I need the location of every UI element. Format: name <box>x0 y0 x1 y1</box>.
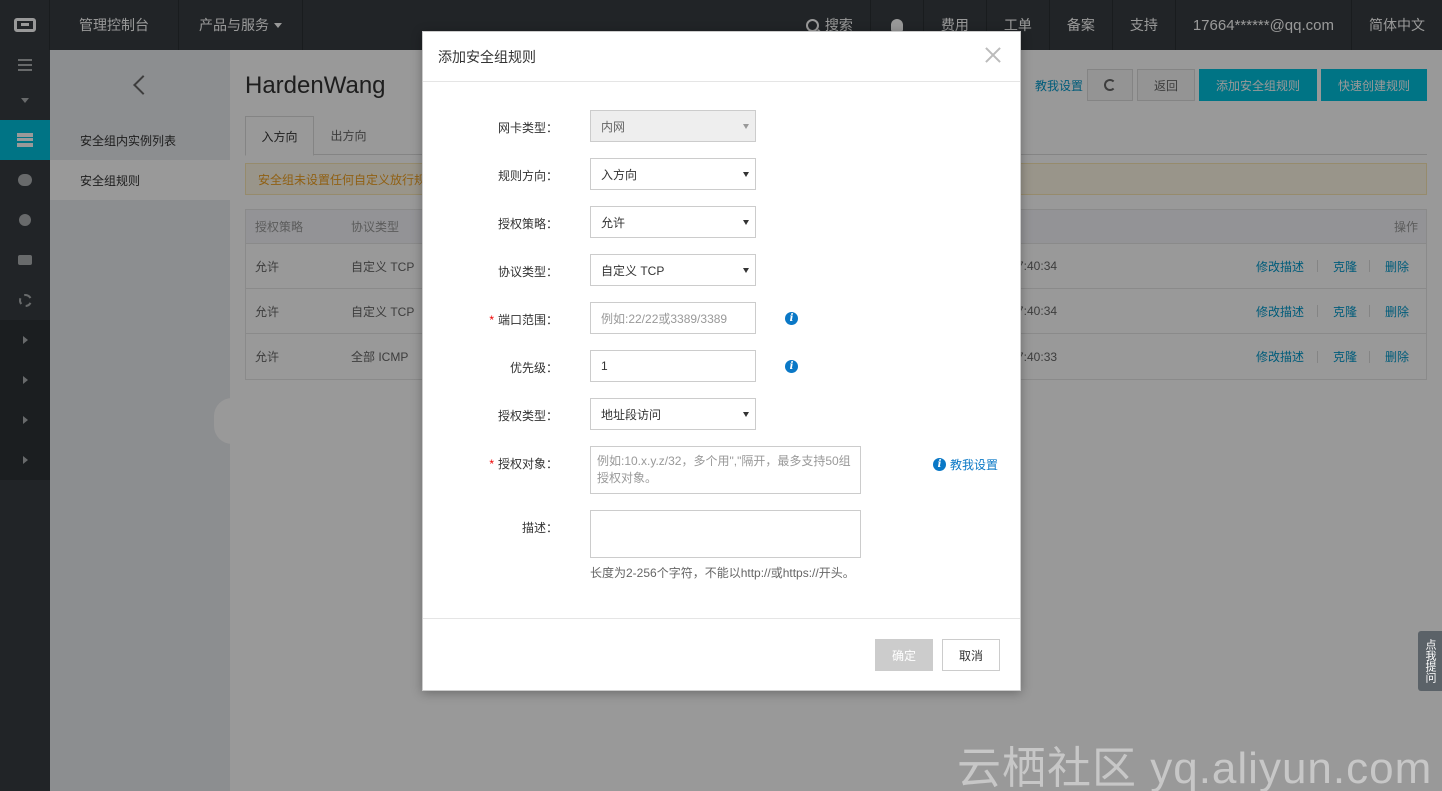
port-range-label: * 端口范围： <box>423 311 558 328</box>
protocol-value: 自定义 TCP <box>601 263 665 278</box>
priority-label: 优先级： <box>509 361 558 375</box>
direction-value: 入方向 <box>601 167 638 182</box>
chevron-down-icon <box>743 124 749 129</box>
nic-type-label: 网卡类型： <box>497 121 558 135</box>
info-icon: i <box>933 458 946 471</box>
help-link-text: 教我设置 <box>950 458 999 472</box>
policy-select[interactable]: 允许 <box>590 206 756 238</box>
close-icon[interactable] <box>984 46 1002 64</box>
watermark: 云栖社区 yq.aliyun.com <box>957 744 1433 791</box>
description-input[interactable] <box>590 510 861 558</box>
info-icon[interactable]: i <box>785 360 798 373</box>
direction-label: 规则方向： <box>497 169 558 183</box>
description-label: 描述： <box>521 521 558 535</box>
auth-type-value: 地址段访问 <box>601 407 662 422</box>
info-icon[interactable]: i <box>785 312 798 325</box>
add-rule-dialog: 添加安全组规则 网卡类型： 内网 规则方向： 入方向 授权策略： 允许 协议类型… <box>422 31 1021 691</box>
dialog-title: 添加安全组规则 <box>438 48 536 65</box>
port-range-label-text: 端口范围： <box>497 313 558 327</box>
nic-type-select: 内网 <box>590 110 756 142</box>
auth-object-input[interactable]: 例如:10.x.y.z/32，多个用","隔开，最多支持50组授权对象。 <box>590 446 861 494</box>
chevron-down-icon <box>743 412 749 417</box>
protocol-select[interactable]: 自定义 TCP <box>590 254 756 286</box>
chevron-down-icon <box>743 220 749 225</box>
cancel-button[interactable]: 取消 <box>942 639 1000 671</box>
policy-label: 授权策略： <box>497 217 558 231</box>
auth-type-select[interactable]: 地址段访问 <box>590 398 756 430</box>
protocol-label: 协议类型： <box>497 265 558 279</box>
policy-value: 允许 <box>601 215 626 230</box>
ask-question-tab[interactable]: 点我提问 <box>1418 631 1442 691</box>
help-link[interactable]: i 教我设置 <box>933 456 998 473</box>
description-hint: 长度为2-256个字符，不能以http://或https://开头。 <box>590 566 855 580</box>
confirm-button[interactable]: 确定 <box>875 639 933 671</box>
auth-object-label: * 授权对象： <box>423 455 558 472</box>
direction-select[interactable]: 入方向 <box>590 158 756 190</box>
chevron-down-icon <box>743 172 749 177</box>
auth-type-label: 授权类型： <box>497 409 558 423</box>
required-mark: * <box>489 457 494 471</box>
dialog-footer: 确定 取消 <box>423 618 1020 690</box>
dialog-header: 添加安全组规则 <box>423 32 1020 82</box>
required-mark: * <box>489 313 494 327</box>
chevron-down-icon <box>743 268 749 273</box>
port-range-input[interactable]: 例如:22/22或3389/3389 <box>590 302 756 334</box>
priority-input[interactable]: 1 <box>590 350 756 382</box>
nic-type-value: 内网 <box>601 119 626 134</box>
auth-object-label-text: 授权对象： <box>497 457 558 471</box>
